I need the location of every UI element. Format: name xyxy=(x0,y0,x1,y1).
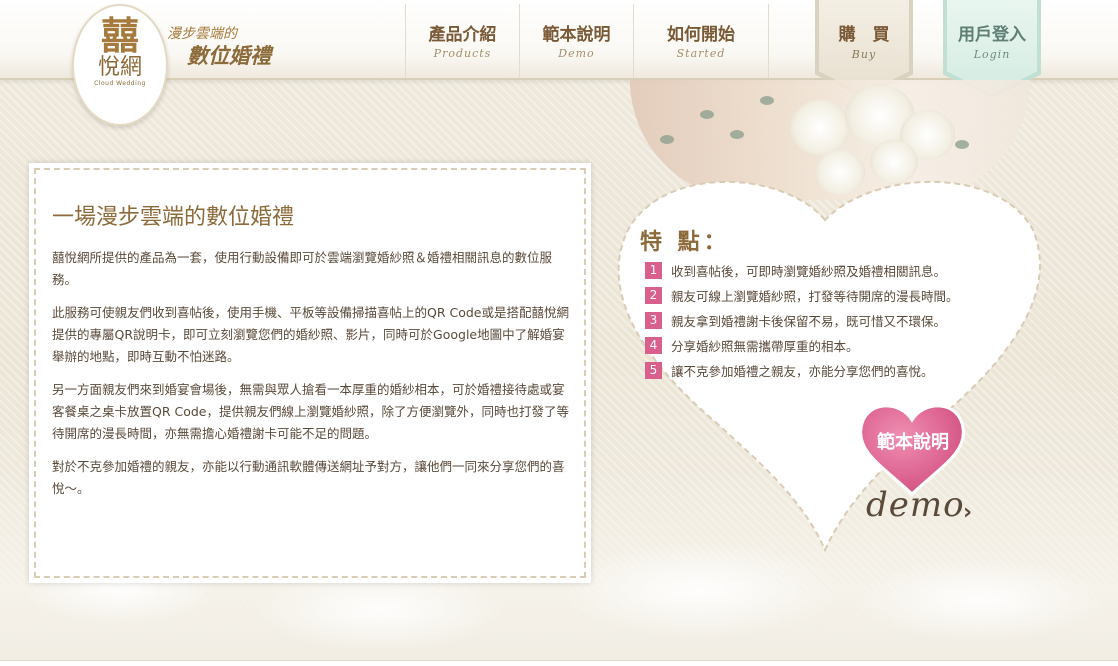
feature-text: 親友拿到婚禮謝卡後保留不易，既可惜又不環保。 xyxy=(671,314,947,329)
feature-item: 2 親友可線上瀏覽婚紗照，打發等待開席的漫長時間。 xyxy=(645,283,959,308)
intro-paragraph: 另一方面親友們來到婚宴會場後，無需與眾人搶看一本厚重的婚紗相本，可於婚禮接待處或… xyxy=(52,382,569,441)
intro-paragraph: 此服務可使親友們收到喜帖後，使用手機、平板等設備掃描喜帖上的QR Code或是搭… xyxy=(52,305,569,364)
feature-number: 5 xyxy=(645,362,662,379)
demo-button-label[interactable]: 範本說明 xyxy=(865,428,961,454)
feature-text: 分享婚紗照無需攜帶厚重的相本。 xyxy=(671,339,859,354)
buy-tab-sublabel: Buy xyxy=(851,48,877,61)
nav-started-label: 如何開始 xyxy=(667,25,735,45)
nav-products[interactable]: 產品介紹 Products xyxy=(405,4,519,78)
feature-item: 5 讓不克參加婚禮之親友，亦能分享您們的喜悅。 xyxy=(645,358,959,383)
feature-text: 親友可線上瀏覽婚紗照，打發等待開席的漫長時間。 xyxy=(671,289,959,304)
nav-demo-sublabel: Demo xyxy=(558,47,595,60)
features-list: 1 收到喜帖後，可即時瀏覽婚紗照及婚禮相關訊息。 2 親友可線上瀏覽婚紗照，打發等待… xyxy=(645,258,959,383)
feature-number: 1 xyxy=(645,262,662,279)
leaf-image xyxy=(730,130,744,139)
intro-panel: 一場漫步雲端的數位婚禮 囍悅網所提供的產品為一套，使用行動設備即可於雲端瀏覽婚紗… xyxy=(29,163,591,583)
leaf-image xyxy=(760,96,774,105)
nav-started-sublabel: Started xyxy=(676,47,726,60)
intro-paragraph: 囍悅網所提供的產品為一套，使用行動設備即可於雲端瀏覽婚紗照＆婚禮相關訊息的數位服… xyxy=(52,250,553,287)
tagline-line2: 數位婚禮 xyxy=(187,43,271,68)
feature-number: 3 xyxy=(645,312,662,329)
intro-paragraph: 對於不克參加婚禮的親友，亦能以行動通訊軟體傳送網址予對方，讓他們一同來分享您們的… xyxy=(52,459,565,496)
feature-text: 讓不克參加婚禮之親友，亦能分享您們的喜悅。 xyxy=(671,364,934,379)
feature-item: 4 分享婚紗照無需攜帶厚重的相本。 xyxy=(645,333,959,358)
nav-products-sublabel: Products xyxy=(433,47,492,60)
nav-products-label: 產品介紹 xyxy=(428,25,497,45)
buy-tab-label: 購 買 xyxy=(838,25,890,45)
demo-link[interactable]: demo xyxy=(866,485,965,525)
feature-item: 1 收到喜帖後，可即時瀏覽婚紗照及婚禮相關訊息。 xyxy=(645,258,959,283)
feature-number: 4 xyxy=(645,337,662,354)
feature-text: 收到喜帖後，可即時瀏覽婚紗照及婚禮相關訊息。 xyxy=(671,264,947,279)
site-logo[interactable]: 囍 悅網 Cloud Wedding xyxy=(72,4,168,126)
logo-name: 悅網 xyxy=(97,55,142,80)
leaf-image xyxy=(660,135,674,144)
nav-started[interactable]: 如何開始 Started xyxy=(633,4,769,78)
leaf-image xyxy=(955,140,969,149)
rose-image xyxy=(790,100,850,155)
login-tab-sublabel: Login xyxy=(973,48,1011,61)
logo-subtitle: Cloud Wedding xyxy=(94,80,146,87)
chevron-right-icon[interactable]: › xyxy=(963,500,972,525)
intro-title: 一場漫步雲端的數位婚禮 xyxy=(52,205,295,230)
leaf-image xyxy=(700,110,714,119)
main-nav: 產品介紹 Products 範本說明 Demo 如何開始 Started xyxy=(405,4,769,78)
nav-demo[interactable]: 範本說明 Demo xyxy=(519,4,633,78)
features-title: 特 點： xyxy=(640,229,730,255)
feature-number: 2 xyxy=(645,287,662,304)
footer-strip xyxy=(0,660,1118,666)
feature-item: 3 親友拿到婚禮謝卡後保留不易，既可惜又不環保。 xyxy=(645,308,959,333)
login-tab-label: 用戶登入 xyxy=(958,25,1026,45)
nav-demo-label: 範本說明 xyxy=(542,25,611,45)
logo-glyph: 囍 xyxy=(100,13,139,58)
intro-text: 囍悅網所提供的產品為一套，使用行動設備即可於雲端瀏覽婚紗照＆婚禮相關訊息的數位服… xyxy=(52,247,572,511)
